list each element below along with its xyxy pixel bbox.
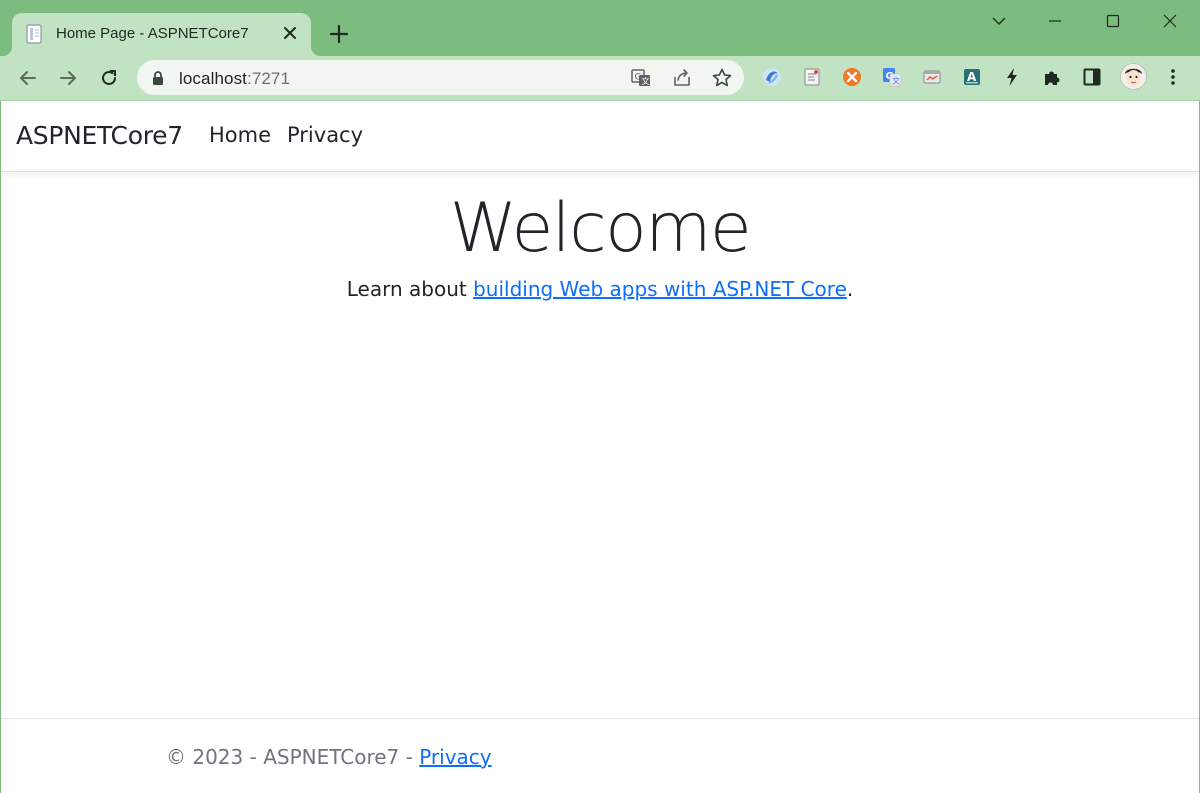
forward-icon[interactable] — [55, 65, 81, 91]
address-bar[interactable]: localhost:7271 G文 — [137, 60, 744, 95]
minimize-icon[interactable] — [1040, 8, 1070, 34]
svg-text:A: A — [967, 70, 977, 84]
address-url[interactable]: localhost:7271 — [179, 69, 290, 89]
nav-link-home[interactable]: Home — [209, 123, 271, 147]
welcome-section: Welcome Learn about building Web apps wi… — [1, 189, 1199, 301]
side-panel-icon[interactable] — [1081, 66, 1103, 88]
svg-text:文: 文 — [892, 76, 900, 86]
tab-close-icon[interactable] — [279, 22, 301, 44]
google-translate-icon[interactable]: G文 — [881, 66, 903, 88]
nav-link-privacy[interactable]: Privacy — [287, 123, 363, 147]
url-host: localhost — [179, 69, 247, 88]
intro-text-after: . — [846, 277, 854, 301]
browser-toolbar: localhost:7271 G文 G文 A — [0, 56, 1200, 101]
footer-privacy-link[interactable]: Privacy — [419, 745, 491, 769]
extension-font-icon[interactable]: A — [961, 66, 983, 88]
site-navbar: ASPNETCore7 Home Privacy — [1, 101, 1199, 172]
intro-paragraph: Learn about building Web apps with ASP.N… — [1, 277, 1199, 301]
translate-page-icon[interactable]: G文 — [629, 66, 653, 90]
footer-text: © 2023 - ASPNETCore7 - Privacy — [166, 745, 492, 769]
extension-blue-swirl-icon[interactable] — [761, 66, 783, 88]
footer-copyright: © 2023 - ASPNETCore7 - — [166, 745, 420, 769]
extension-note-icon[interactable] — [801, 66, 823, 88]
aspnet-docs-link[interactable]: building Web apps with ASP.NET Core — [473, 277, 847, 301]
close-window-icon[interactable] — [1155, 8, 1185, 34]
bolt-icon[interactable] — [1001, 66, 1023, 88]
page-title: Welcome — [449, 189, 752, 268]
extension-window-icon[interactable] — [921, 66, 943, 88]
avatar[interactable] — [1120, 63, 1147, 90]
extension-orange-icon[interactable] — [841, 66, 863, 88]
tab-title: Home Page - ASPNETCore7 — [56, 25, 249, 42]
more-menu-icon[interactable] — [1162, 66, 1184, 88]
maximize-icon[interactable] — [1098, 8, 1128, 34]
tab-search-chevron-icon[interactable] — [984, 8, 1014, 34]
svg-text:文: 文 — [642, 76, 650, 86]
reload-icon[interactable] — [96, 65, 122, 91]
share-icon[interactable] — [670, 66, 694, 90]
back-icon[interactable] — [15, 65, 41, 91]
site-footer: © 2023 - ASPNETCore7 - Privacy — [1, 718, 1199, 793]
url-port: :7271 — [247, 69, 291, 88]
lock-icon[interactable] — [151, 70, 165, 91]
puzzle-icon[interactable] — [1041, 66, 1063, 88]
bookmark-star-icon[interactable] — [710, 66, 734, 90]
site-brand-link[interactable]: ASPNETCore7 — [16, 121, 183, 150]
page-icon — [26, 24, 44, 44]
new-tab-icon[interactable] — [326, 21, 352, 47]
intro-text-before: Learn about — [346, 277, 474, 301]
browser-titlebar: Home Page - ASPNETCore7 — [0, 0, 1200, 56]
browser-tab-active[interactable]: Home Page - ASPNETCore7 — [2, 13, 321, 56]
page-viewport: ASPNETCore7 Home Privacy Welcome Learn a… — [1, 101, 1199, 793]
